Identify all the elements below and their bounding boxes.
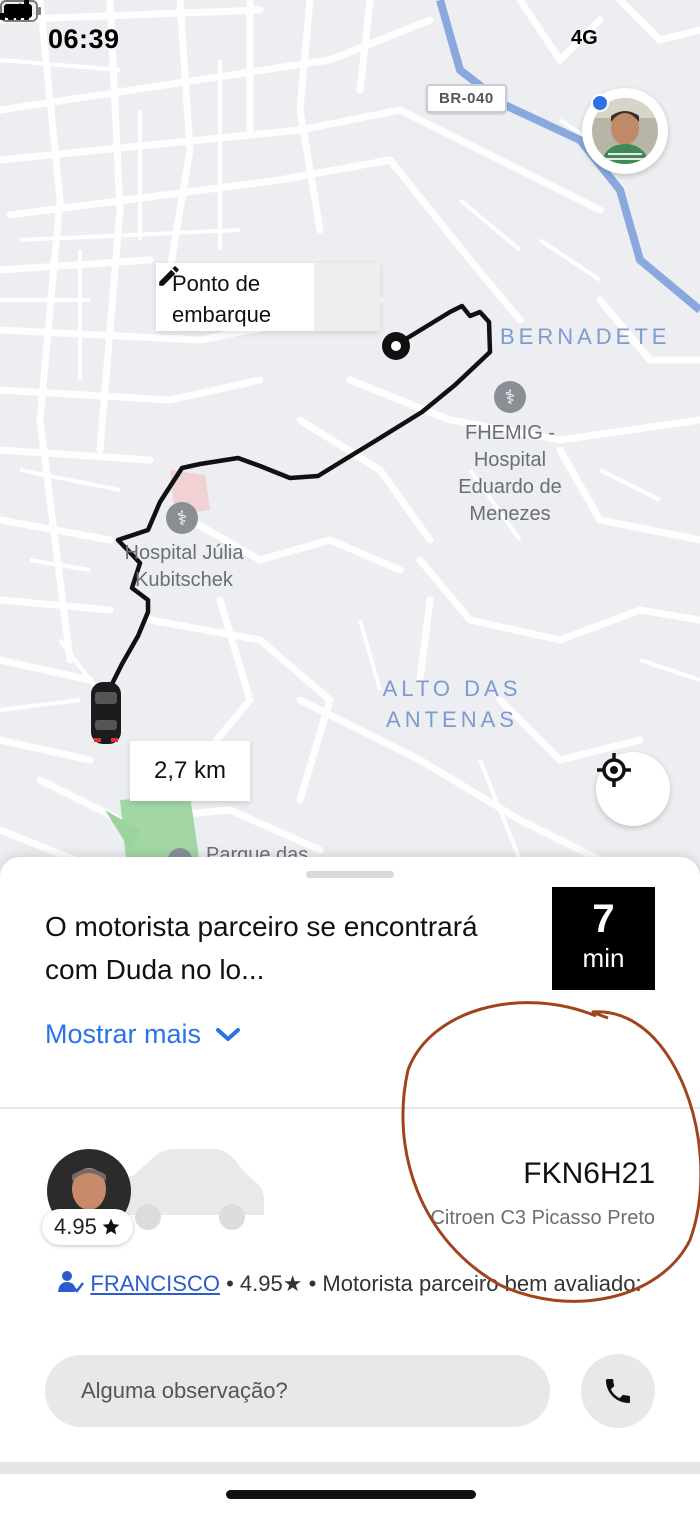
phone-icon xyxy=(606,1379,630,1403)
crosshair-icon xyxy=(597,753,631,787)
trip-sheet: O motorista parceiro se encontrará com D… xyxy=(0,857,700,1467)
car-model: Citroen C3 Picasso Preto xyxy=(430,1207,655,1229)
car-marker-icon xyxy=(91,682,121,744)
show-more-label: Mostrar mais xyxy=(45,1019,202,1049)
pencil-icon xyxy=(159,266,179,286)
notification-dot xyxy=(591,94,609,112)
sheet-grabber[interactable] xyxy=(306,871,394,878)
verified-person-icon xyxy=(58,1271,85,1293)
map-label-fhemig: FHEMIG - Hospital Eduardo de Menezes xyxy=(458,422,562,525)
status-time: 06:39 xyxy=(48,24,120,54)
rating-chip-value: 4.95 xyxy=(54,1214,97,1239)
license-plate: FKN6H21 xyxy=(523,1157,655,1190)
road-badge: BR-040 xyxy=(426,84,507,113)
driver-rating-chip: 4.95 xyxy=(42,1209,133,1245)
network-type: 4G xyxy=(571,27,598,49)
pickup-callout[interactable]: Ponto de embarque xyxy=(156,263,380,331)
trip-message: O motorista parceiro se encontrará com D… xyxy=(45,911,478,985)
note-input[interactable] xyxy=(45,1355,550,1427)
map-label-hospital-julia: Hospital Júlia Kubitschek xyxy=(124,542,244,591)
car-image xyxy=(116,1149,264,1230)
map-view[interactable]: ⚕ ⚕ 06:39 4G BR-040 Ponto de embarque BE… xyxy=(0,0,700,900)
status-bar: 06:39 4G xyxy=(0,0,700,80)
driver-description: Motorista parceiro bem avaliado: xyxy=(322,1271,642,1296)
eta-box: 7 min xyxy=(552,887,655,990)
recenter-button[interactable] xyxy=(596,752,670,826)
map-label-alto-das-antenas: ALTO DAS ANTENAS xyxy=(382,676,522,732)
bottom-bar xyxy=(0,1462,700,1515)
driver-rating-text: 4.95★ xyxy=(239,1271,303,1296)
home-indicator[interactable] xyxy=(226,1490,476,1499)
chevron-down-icon xyxy=(216,1027,241,1041)
eta-unit: min xyxy=(582,943,625,973)
driver-info-line: FRANCISCO • 4.95★ • Motorista parceiro b… xyxy=(0,1269,700,1299)
svg-text:⚕: ⚕ xyxy=(177,506,188,530)
show-more-button[interactable]: Mostrar mais xyxy=(45,1019,241,1050)
battery-icon xyxy=(0,0,41,22)
distance-label: 2,7 km xyxy=(130,741,250,801)
star-icon xyxy=(102,1218,120,1235)
map-label-bernadete: BERNADETE xyxy=(500,324,671,349)
driver-name-link[interactable]: FRANCISCO xyxy=(90,1271,220,1296)
call-button[interactable] xyxy=(581,1354,655,1428)
svg-text:⚕: ⚕ xyxy=(505,385,516,409)
edit-pickup-button[interactable] xyxy=(159,263,380,331)
divider xyxy=(0,1107,700,1109)
profile-button[interactable] xyxy=(582,88,668,174)
eta-value: 7 xyxy=(592,897,615,941)
